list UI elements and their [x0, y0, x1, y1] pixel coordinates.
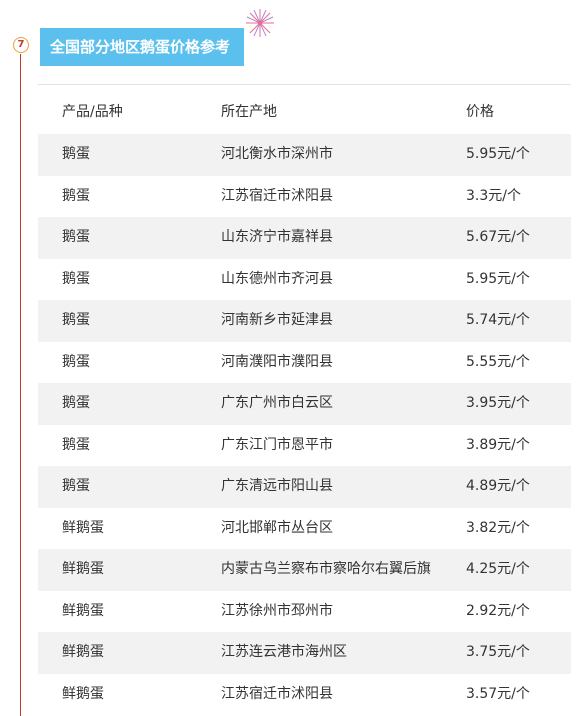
table-row: 鲜鹅蛋 江苏宿迁市沭阳县 3.57元/个 [38, 674, 571, 716]
price-cell: 3.75元/个 [466, 644, 530, 660]
product-cell: 鲜鹅蛋 [62, 561, 104, 577]
product-cell: 鹅蛋 [62, 395, 90, 411]
product-cell: 鲜鹅蛋 [62, 602, 104, 619]
origin-cell: 河南新乡市延津县 [221, 312, 333, 328]
product-cell: 鹅蛋 [62, 270, 90, 287]
table-row: 鹅蛋 广东广州市白云区 3.95元/个 [38, 383, 571, 425]
price-cell: 4.89元/个 [466, 478, 530, 494]
origin-cell: 河南濮阳市濮阳县 [221, 353, 333, 370]
origin-cell: 山东济宁市嘉祥县 [221, 229, 333, 245]
header-product: 产品/品种 [62, 104, 123, 120]
product-cell: 鹅蛋 [62, 229, 90, 245]
origin-cell: 河北邯郸市丛台区 [221, 519, 333, 536]
origin-cell: 江苏徐州市邳州市 [221, 602, 333, 619]
table-row: 鹅蛋 广东清远市阳山县 4.89元/个 [38, 466, 571, 508]
firework-icon [246, 9, 274, 37]
product-cell: 鹅蛋 [62, 146, 90, 162]
table-row: 鲜鹅蛋 内蒙古乌兰察布市察哈尔右翼后旗 4.25元/个 [38, 549, 571, 591]
step-number-badge: 7 [13, 37, 29, 53]
table-row: 鹅蛋 河南濮阳市濮阳县 5.55元/个 [38, 342, 571, 384]
origin-cell: 广东清远市阳山县 [221, 478, 333, 494]
price-cell: 3.89元/个 [466, 436, 530, 453]
table-row: 鹅蛋 广东江门市恩平市 3.89元/个 [38, 425, 571, 467]
price-table: 产品/品种 所在产地 价格 鹅蛋 河北衡水市深州市 5.95元/个 鹅蛋 江苏宿… [38, 90, 571, 715]
price-cell: 2.92元/个 [466, 602, 530, 619]
origin-cell: 广东广州市白云区 [221, 395, 333, 411]
price-cell: 5.95元/个 [466, 146, 530, 162]
table-row: 鹅蛋 河南新乡市延津县 5.74元/个 [38, 300, 571, 342]
product-cell: 鲜鹅蛋 [62, 644, 104, 660]
section-title: 全国部分地区鹅蛋价格参考 [40, 28, 245, 66]
table-header-row: 产品/品种 所在产地 价格 [38, 90, 571, 134]
table-row: 鲜鹅蛋 江苏徐州市邳州市 2.92元/个 [38, 591, 571, 633]
header-price: 价格 [466, 104, 494, 120]
product-cell: 鲜鹅蛋 [62, 685, 104, 702]
table-row: 鹅蛋 江苏宿迁市沭阳县 3.3元/个 [38, 176, 571, 218]
origin-cell: 山东德州市齐河县 [221, 270, 333, 287]
product-cell: 鹅蛋 [62, 353, 90, 370]
product-cell: 鹅蛋 [62, 478, 90, 494]
table-row: 鹅蛋 河北衡水市深州市 5.95元/个 [38, 134, 571, 176]
header-origin: 所在产地 [221, 104, 277, 120]
origin-cell: 江苏宿迁市沭阳县 [221, 187, 333, 204]
price-cell: 5.67元/个 [466, 229, 530, 245]
product-cell: 鹅蛋 [62, 187, 90, 204]
price-cell: 5.95元/个 [466, 270, 530, 287]
table-row: 鹅蛋 山东济宁市嘉祥县 5.67元/个 [38, 217, 571, 259]
origin-cell: 江苏宿迁市沭阳县 [221, 685, 333, 702]
table-top-divider [38, 84, 571, 85]
price-cell: 5.55元/个 [466, 353, 530, 370]
origin-cell: 江苏连云港市海州区 [221, 644, 347, 660]
product-cell: 鹅蛋 [62, 436, 90, 453]
price-cell: 3.82元/个 [466, 519, 530, 536]
price-cell: 4.25元/个 [466, 561, 530, 577]
table-row: 鲜鹅蛋 河北邯郸市丛台区 3.82元/个 [38, 508, 571, 550]
table-row: 鹅蛋 山东德州市齐河县 5.95元/个 [38, 259, 571, 301]
timeline-line [20, 54, 21, 716]
origin-cell: 河北衡水市深州市 [221, 146, 333, 162]
table-row: 鲜鹅蛋 江苏连云港市海州区 3.75元/个 [38, 632, 571, 674]
origin-cell: 广东江门市恩平市 [221, 436, 333, 453]
product-cell: 鲜鹅蛋 [62, 519, 104, 536]
price-cell: 5.74元/个 [466, 312, 530, 328]
price-cell: 3.95元/个 [466, 395, 530, 411]
price-cell: 3.3元/个 [466, 187, 521, 204]
origin-cell: 内蒙古乌兰察布市察哈尔右翼后旗 [221, 561, 431, 577]
price-cell: 3.57元/个 [466, 685, 530, 702]
product-cell: 鹅蛋 [62, 312, 90, 328]
